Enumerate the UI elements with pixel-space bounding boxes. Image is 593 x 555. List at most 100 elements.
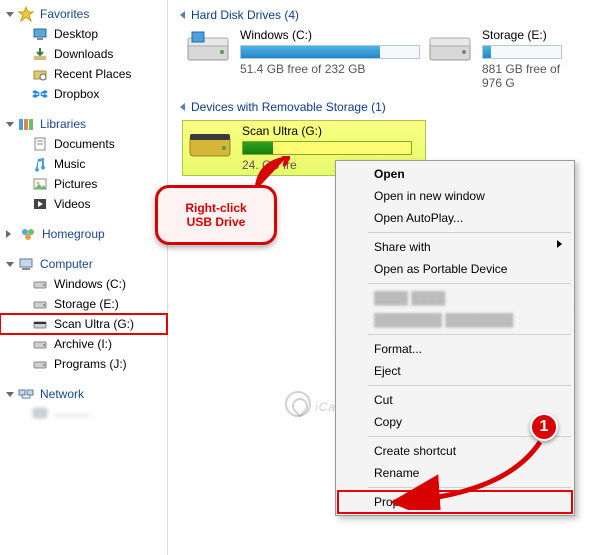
drive-windows-c[interactable]: Windows (C:) 51.4 GB free of 232 GB [184,28,414,90]
section-hard-disk-drives[interactable]: Hard Disk Drives (4) [172,0,593,26]
label: Programs (J:) [54,357,127,371]
network-header[interactable]: Network [0,384,167,404]
sidebar-item-documents[interactable]: Documents [0,134,167,154]
expand-icon [6,262,14,267]
label: Storage (E:) [54,297,119,311]
label: Desktop [54,27,98,41]
collapse-icon [180,11,185,19]
callout-line1: Right-click [185,201,246,215]
usage-meter [242,141,412,155]
menu-separator [368,232,571,233]
sidebar-item-scan-ultra-g[interactable]: Scan Ultra (G:) [0,314,167,334]
network-icon [18,386,34,402]
menu-create-shortcut[interactable]: Create shortcut [338,440,572,462]
drive-icon [32,276,48,292]
favorites-header[interactable]: Favorites [0,4,167,24]
videos-icon [32,196,48,212]
section-label: Hard Disk Drives (4) [191,8,299,22]
drive-name: Scan Ultra (G:) [242,124,422,141]
label: Dropbox [54,87,99,101]
drive-name: Storage (E:) [482,28,562,45]
favorites-label: Favorites [40,7,89,21]
menu-eject[interactable]: Eject [338,360,572,382]
label: ——— [54,407,90,421]
menu-open[interactable]: Open [338,163,572,185]
sidebar-item-dropbox[interactable]: Dropbox [0,84,167,104]
sidebar-item-recent-places[interactable]: Recent Places [0,64,167,84]
navigation-pane: Favorites Desktop Downloads Recent Place… [0,0,168,555]
menu-properties[interactable]: Properties [338,491,572,513]
removable-drive-icon [186,124,234,162]
drive-icon [32,296,48,312]
music-icon [32,156,48,172]
pictures-icon [32,176,48,192]
expand-icon [6,230,15,238]
menu-separator [368,283,571,284]
computer-icon [18,256,34,272]
sidebar-item-windows-c[interactable]: Windows (C:) [0,274,167,294]
menu-separator [368,334,571,335]
sidebar-item-downloads[interactable]: Downloads [0,44,167,64]
menu-blurred-item[interactable]: ████████ ████████ [338,309,572,331]
section-label: Devices with Removable Storage (1) [191,100,386,114]
libraries-icon [18,116,34,132]
step-badge-1: 1 [530,413,558,441]
sidebar-item-pictures[interactable]: Pictures [0,174,167,194]
drive-icon [32,336,48,352]
usage-meter [240,45,420,59]
libraries-header[interactable]: Libraries [0,114,167,134]
menu-open-new-window[interactable]: Open in new window [338,185,572,207]
menu-open-autoplay[interactable]: Open AutoPlay... [338,207,572,229]
homegroup-label: Homegroup [42,227,105,241]
label: Archive (I:) [54,337,112,351]
dropbox-icon [32,86,48,102]
sidebar-item-music[interactable]: Music [0,154,167,174]
sidebar-item-desktop[interactable]: Desktop [0,24,167,44]
label: Scan Ultra (G:) [54,317,134,331]
sidebar-item-network-computer[interactable]: ——— [0,404,167,424]
homegroup-icon [20,226,36,242]
hdd-icon [184,28,232,66]
drive-name: Windows (C:) [240,28,420,45]
menu-share-with[interactable]: Share with [338,236,572,258]
menu-cut[interactable]: Cut [338,389,572,411]
label: Music [54,157,85,171]
submenu-arrow-icon [557,240,562,248]
homegroup-header[interactable]: Homegroup [0,224,167,244]
menu-separator [368,487,571,488]
computer-header[interactable]: Computer [0,254,167,274]
section-removable[interactable]: Devices with Removable Storage (1) [172,92,593,118]
hdd-icon [426,28,474,66]
computer-icon [32,406,48,422]
callout-line2: USB Drive [187,215,246,229]
instruction-callout: Right-clickUSB Drive [155,185,277,245]
sidebar-item-archive-i[interactable]: Archive (I:) [0,334,167,354]
label: Pictures [54,177,97,191]
label: Windows (C:) [54,277,126,291]
menu-open-portable[interactable]: Open as Portable Device [338,258,572,280]
network-label: Network [40,387,84,401]
expand-icon [6,12,14,17]
desktop-icon [32,26,48,42]
drive-icon [32,316,48,332]
drive-free-text: 881 GB free of 976 G [482,59,562,90]
menu-format[interactable]: Format... [338,338,572,360]
watermark-logo-icon [285,391,311,417]
expand-icon [6,122,14,127]
drive-storage-e[interactable]: Storage (E:) 881 GB free of 976 G [426,28,556,90]
collapse-icon [180,103,185,111]
sidebar-item-programs-j[interactable]: Programs (J:) [0,354,167,374]
sidebar-item-videos[interactable]: Videos [0,194,167,214]
context-menu: Open Open in new window Open AutoPlay...… [335,160,575,516]
downloads-icon [32,46,48,62]
sidebar-item-storage-e[interactable]: Storage (E:) [0,294,167,314]
menu-separator [368,385,571,386]
label: Recent Places [54,67,131,81]
drive-free-text: 51.4 GB free of 232 GB [240,59,420,76]
menu-rename[interactable]: Rename [338,462,572,484]
menu-blurred-item[interactable]: ████ ████ [338,287,572,309]
label: Downloads [54,47,113,61]
libraries-label: Libraries [40,117,86,131]
label: Videos [54,197,90,211]
computer-label: Computer [40,257,93,271]
